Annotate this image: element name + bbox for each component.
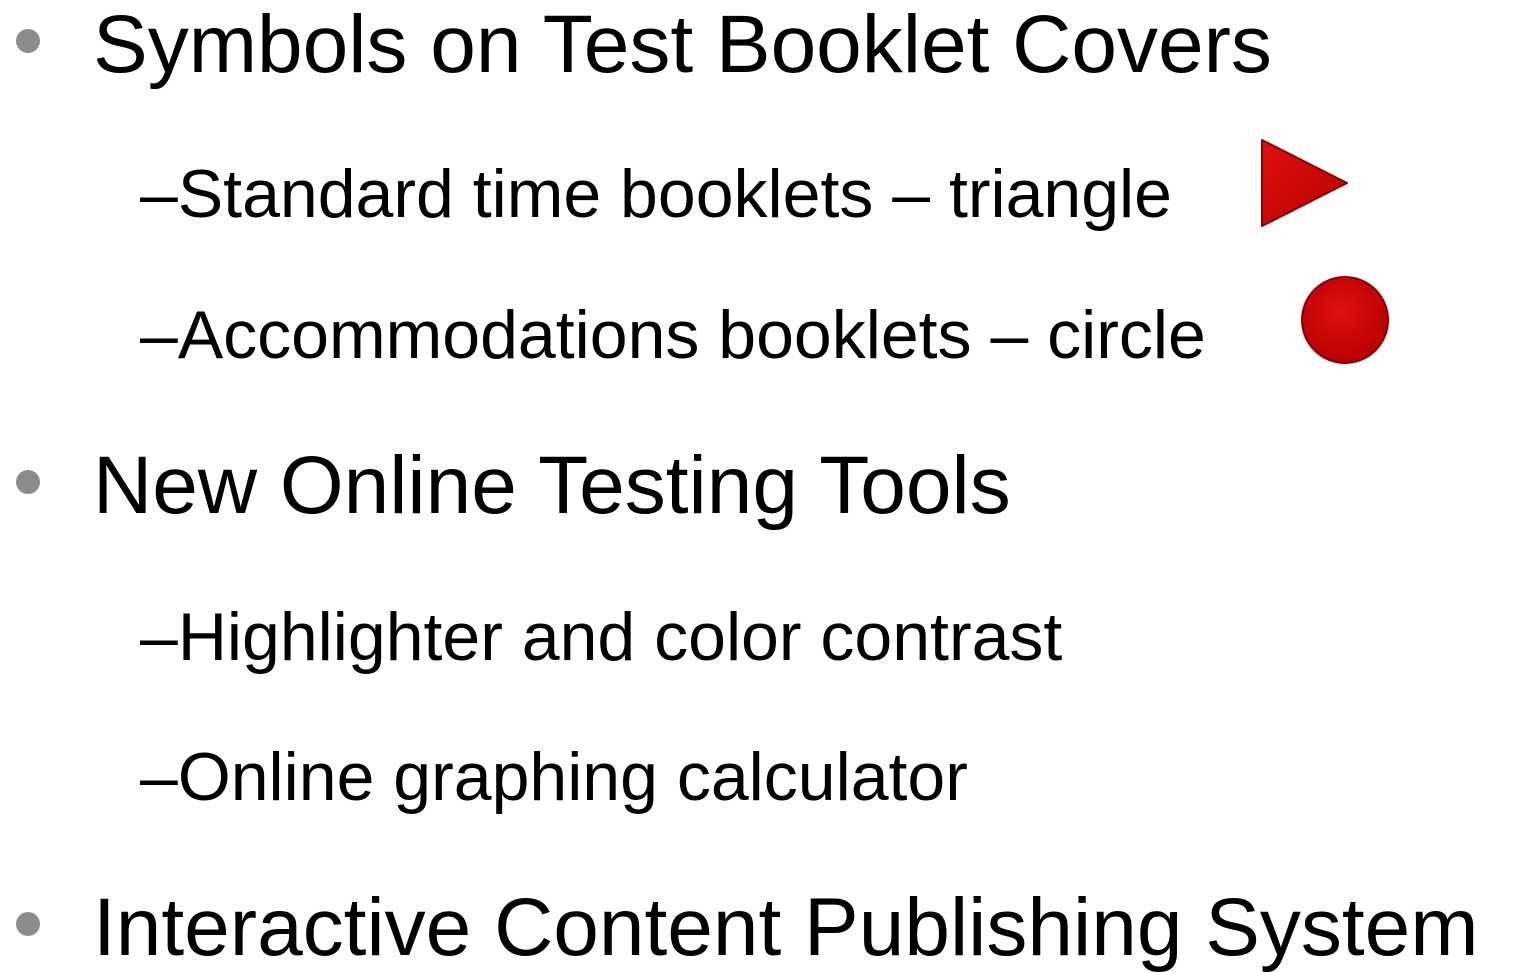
bullet-3-text: Interactive Content Publishing System [93, 882, 1479, 973]
subitem-label: Online graphing calculator [177, 739, 968, 815]
slide: Symbols on Test Booklet Covers –Standard… [0, 0, 1539, 970]
dash: – [140, 156, 178, 232]
subitem-accommodations: –Accommodations booklets – circle [140, 301, 1206, 369]
bullet-1-text: Symbols on Test Booklet Covers [93, 0, 1272, 90]
dash: – [140, 599, 178, 675]
dash: – [140, 297, 178, 373]
circle-icon [1301, 276, 1389, 364]
subitem-label: Standard time booklets – triangle [177, 156, 1172, 232]
subitem-standard-time: –Standard time booklets – triangle [140, 160, 1172, 228]
bullet-dot [16, 470, 40, 494]
bullet-2-text: New Online Testing Tools [93, 440, 1011, 531]
dash: – [140, 739, 178, 815]
subitem-graphing-calculator: –Online graphing calculator [140, 743, 968, 811]
triangle-icon [1261, 139, 1348, 227]
bullet-dot [16, 912, 40, 936]
subitem-label: Highlighter and color contrast [177, 599, 1063, 675]
subitem-highlighter: –Highlighter and color contrast [140, 603, 1062, 671]
bullet-dot [16, 29, 40, 53]
subitem-label: Accommodations booklets – circle [177, 297, 1206, 373]
